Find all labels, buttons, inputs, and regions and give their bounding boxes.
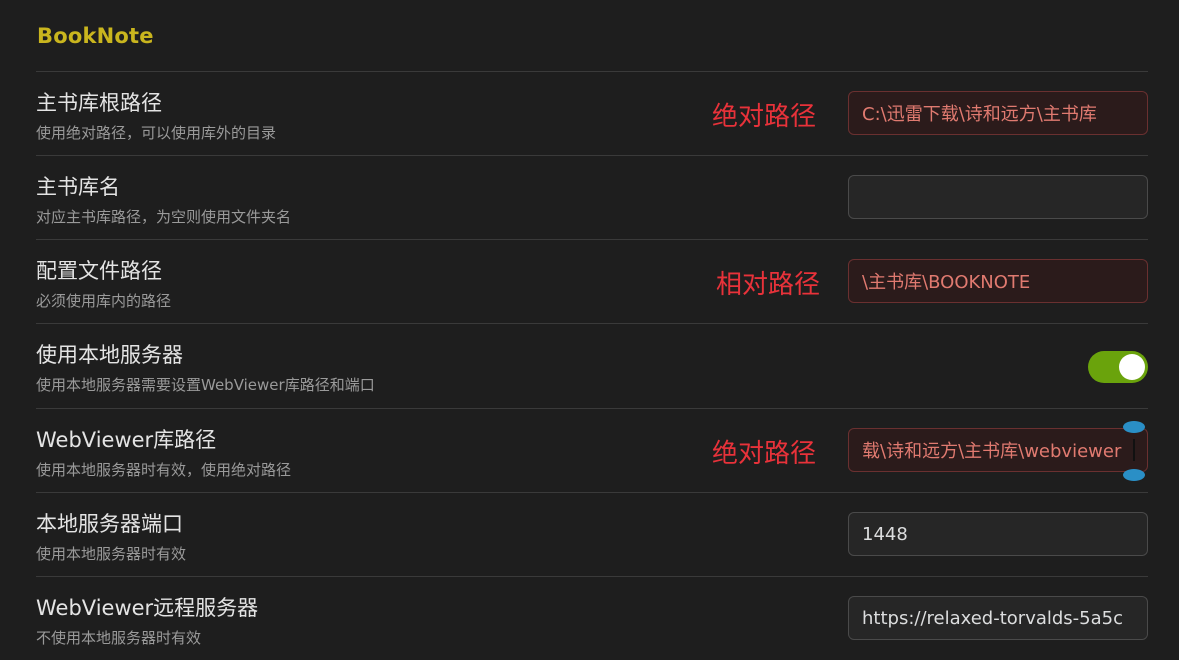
annotation-note: 绝对路径: [712, 102, 817, 132]
text-caret: [1133, 439, 1135, 461]
setting-row-remote-server: WebViewer远程服务器 不使用本地服务器时有效: [36, 576, 1148, 660]
setting-name: 配置文件路径: [36, 259, 162, 283]
remote-server-url-input[interactable]: [848, 596, 1148, 640]
setting-name: 使用本地服务器: [36, 343, 183, 367]
settings-section-title: BookNote: [37, 24, 154, 48]
setting-name: WebViewer库路径: [36, 428, 217, 452]
server-port-input[interactable]: [848, 512, 1148, 556]
setting-name: WebViewer远程服务器: [36, 596, 259, 620]
library-root-path-input[interactable]: [848, 91, 1148, 135]
setting-name: 主书库根路径: [36, 91, 162, 115]
local-server-toggle[interactable]: [1088, 351, 1148, 383]
config-file-path-input[interactable]: [848, 259, 1148, 303]
setting-row-library-root: 主书库根路径 使用绝对路径，可以使用库外的目录 绝对路径: [36, 71, 1148, 155]
setting-row-config-path: 配置文件路径 必须使用库内的路径 相对路径: [36, 239, 1148, 323]
setting-row-library-name: 主书库名 对应主书库路径，为空则使用文件夹名: [36, 155, 1148, 239]
setting-description: 对应主书库路径，为空则使用文件夹名: [36, 208, 292, 226]
selection-handle-top[interactable]: [1123, 421, 1145, 433]
library-name-input[interactable]: [848, 175, 1148, 219]
annotation-note: 绝对路径: [712, 439, 817, 469]
setting-description: 使用本地服务器时有效: [36, 545, 187, 563]
annotation-note: 相对路径: [716, 270, 821, 300]
setting-description: 使用本地服务器需要设置WebViewer库路径和端口: [36, 376, 375, 394]
setting-row-webviewer-path: WebViewer库路径 使用本地服务器时有效，使用绝对路径 绝对路径: [36, 408, 1148, 492]
webviewer-path-input[interactable]: [848, 428, 1148, 472]
setting-description: 不使用本地服务器时有效: [36, 629, 202, 647]
setting-description: 必须使用库内的路径: [36, 292, 172, 310]
setting-description: 使用本地服务器时有效，使用绝对路径: [36, 461, 292, 479]
toggle-knob: [1119, 354, 1145, 380]
setting-description: 使用绝对路径，可以使用库外的目录: [36, 124, 277, 142]
selection-handle-bottom[interactable]: [1123, 469, 1145, 481]
setting-name: 本地服务器端口: [36, 512, 183, 536]
setting-row-local-server: 使用本地服务器 使用本地服务器需要设置WebViewer库路径和端口: [36, 323, 1148, 407]
setting-name: 主书库名: [36, 175, 120, 199]
setting-row-server-port: 本地服务器端口 使用本地服务器时有效: [36, 492, 1148, 576]
